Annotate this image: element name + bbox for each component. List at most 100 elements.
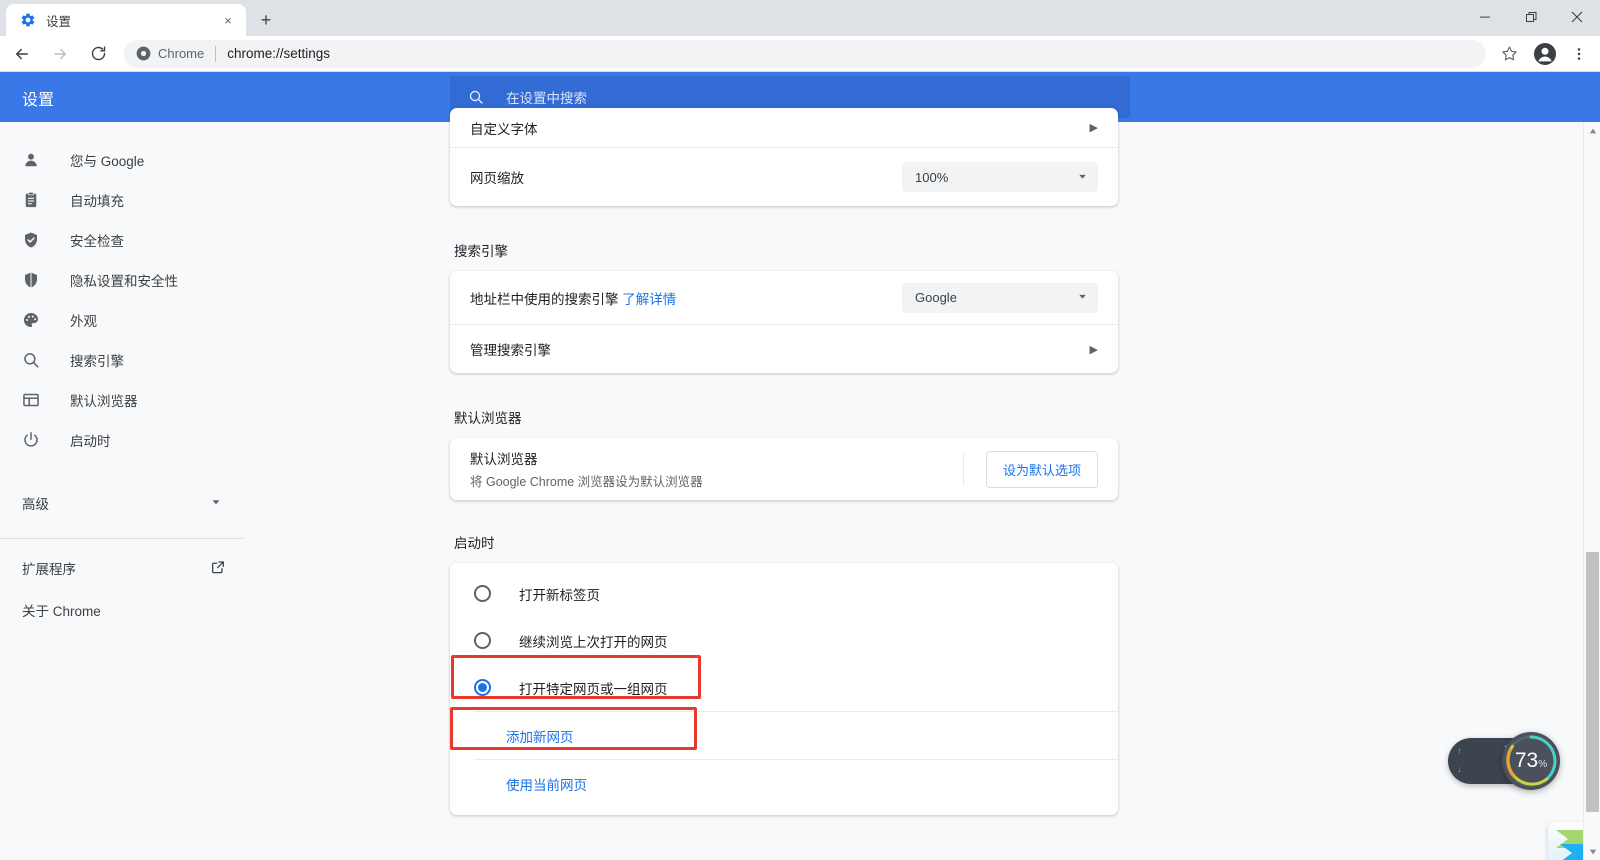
- sidebar-item-label: 外观: [70, 314, 97, 329]
- use-current-pages-link[interactable]: 使用当前网页: [506, 774, 587, 794]
- browser-menu-icon[interactable]: [1562, 37, 1596, 71]
- search-engine-select[interactable]: Google: [902, 282, 1098, 313]
- new-tab-button[interactable]: +: [252, 6, 280, 34]
- page-scrollbar[interactable]: [1583, 122, 1600, 860]
- default-browser-labels: 默认浏览器 将 Google Chrome 浏览器设为默认浏览器: [470, 448, 963, 490]
- sidebar-item-advanced[interactable]: 高级: [0, 482, 250, 524]
- scrollbar-thumb[interactable]: [1586, 552, 1599, 812]
- sidebar-item-label: 扩展程序: [22, 562, 76, 577]
- sidebar-item-about-chrome[interactable]: 关于 Chrome: [0, 589, 250, 631]
- cpu-usage-dial[interactable]: 73 %: [1502, 732, 1560, 790]
- forward-icon[interactable]: [44, 38, 76, 70]
- page-zoom-label: 网页缩放: [470, 171, 524, 186]
- chrome-badge: Chrome: [136, 46, 204, 61]
- sidebar-item-label: 关于 Chrome: [22, 604, 101, 619]
- search-engine-section-title: 搜索引擎: [454, 244, 508, 259]
- gear-icon: [20, 12, 36, 28]
- close-window-icon[interactable]: [1554, 0, 1600, 34]
- bookmark-star-icon[interactable]: [1494, 39, 1524, 69]
- sidebar-item-safety-check[interactable]: 安全检查: [0, 220, 250, 260]
- browser-toolbar: Chrome chrome://settings: [0, 36, 1600, 72]
- cpu-ring-icon: [1505, 735, 1557, 787]
- default-browser-section: 默认浏览器 默认浏览器 将 Google Chrome 浏览器设为默认浏览器 设…: [450, 407, 1118, 500]
- download-arrow-icon: ↓: [1457, 764, 1462, 774]
- learn-more-link[interactable]: 了解详情: [622, 292, 676, 307]
- add-new-page-link[interactable]: 添加新网页: [506, 726, 574, 746]
- palette-icon: [22, 311, 44, 329]
- window-controls: [1462, 0, 1600, 34]
- back-icon[interactable]: [6, 38, 38, 70]
- startup-option-new-tab[interactable]: 打开新标签页: [450, 570, 1118, 617]
- chevron-right-icon: ▶: [1089, 122, 1098, 134]
- manage-search-engines-label: 管理搜索引擎: [470, 343, 551, 358]
- startup-option-specific-pages[interactable]: 打开特定网页或一组网页: [450, 664, 1118, 711]
- set-default-button[interactable]: 设为默认选项: [985, 450, 1098, 488]
- page-title: 设置: [22, 92, 55, 109]
- browser-window: 设置 × + Chrome chrome://settings 设置 在设置中搜…: [0, 0, 1600, 860]
- scroll-down-icon[interactable]: [1584, 843, 1600, 860]
- page-zoom-select[interactable]: 100%: [902, 162, 1098, 192]
- sidebar-item-you-and-google[interactable]: 您与 Google: [0, 140, 250, 180]
- sidebar-item-label: 您与 Google: [70, 154, 145, 169]
- sidebar-item-extensions[interactable]: 扩展程序: [0, 547, 250, 589]
- startup-section: 启动时 打开新标签页 继续浏览上次打开的网页 打开特定网页或一组网页 添加新网页…: [450, 532, 1118, 815]
- address-bar[interactable]: Chrome chrome://settings: [124, 39, 1486, 68]
- reload-icon[interactable]: [82, 38, 114, 70]
- startup-option-label: 继续浏览上次打开的网页: [519, 634, 668, 650]
- sidebar-item-label: 隐私设置和安全性: [70, 274, 178, 289]
- profile-avatar[interactable]: [1528, 37, 1562, 71]
- search-engine-section: 搜索引擎 地址栏中使用的搜索引擎 了解详情 Google 管理搜索引擎 ▶: [450, 240, 1118, 373]
- settings-sidebar: 您与 Google 自动填充 安全检查 隐私设置和安全性 外观 搜索引擎 默认浏…: [0, 122, 250, 860]
- search-engine-value: Google: [915, 290, 957, 305]
- toolbar-right: [1494, 37, 1600, 71]
- shield-check-icon: [22, 231, 44, 249]
- shield-icon: [22, 271, 44, 289]
- sidebar-item-label: 启动时: [70, 434, 111, 449]
- appearance-card: 自定义字体 ▶ 网页缩放 100%: [450, 108, 1118, 206]
- add-new-page-row[interactable]: 添加新网页: [450, 712, 1118, 759]
- sidebar-item-search-engine[interactable]: 搜索引擎: [0, 340, 250, 380]
- startup-option-label: 打开新标签页: [519, 587, 600, 603]
- tab-settings[interactable]: 设置 ×: [6, 4, 246, 36]
- settings-main: 自定义字体 ▶ 网页缩放 100% 搜索引擎 地址栏中使用的搜索引擎 了解详情 …: [250, 108, 1580, 860]
- custom-fonts-label: 自定义字体: [470, 121, 538, 137]
- sidebar-item-on-startup[interactable]: 启动时: [0, 420, 250, 460]
- person-icon: [22, 151, 44, 169]
- browser-window-icon: [22, 391, 44, 409]
- scroll-up-icon[interactable]: [1584, 122, 1600, 139]
- sidebar-item-autofill[interactable]: 自动填充: [0, 180, 250, 220]
- startup-section-title: 启动时: [454, 536, 495, 551]
- search-icon: [468, 89, 484, 105]
- chevron-down-icon: [210, 496, 222, 511]
- sidebar-item-label: 搜索引擎: [70, 354, 124, 369]
- sidebar-advanced-label: 高级: [22, 497, 49, 512]
- external-link-icon: [210, 559, 226, 578]
- omnibox-divider: [215, 45, 217, 62]
- page-zoom-row: 网页缩放 100%: [450, 148, 1118, 206]
- sidebar-item-label: 安全检查: [70, 234, 124, 249]
- use-current-pages-row[interactable]: 使用当前网页: [450, 760, 1118, 807]
- address-bar-engine-label: 地址栏中使用的搜索引擎 了解详情: [470, 288, 902, 308]
- radio-icon-selected: [474, 679, 491, 696]
- sidebar-item-privacy-security[interactable]: 隐私设置和安全性: [0, 260, 250, 300]
- search-engine-card: 地址栏中使用的搜索引擎 了解详情 Google 管理搜索引擎 ▶: [450, 271, 1118, 373]
- chevron-right-icon: ▶: [1089, 343, 1098, 356]
- custom-fonts-row[interactable]: 自定义字体 ▶: [450, 108, 1118, 148]
- manage-search-engines-row[interactable]: 管理搜索引擎 ▶: [450, 325, 1118, 373]
- row-divider: [962, 452, 964, 486]
- maximize-icon[interactable]: [1508, 0, 1554, 34]
- address-bar-engine-text: 地址栏中使用的搜索引擎: [470, 291, 619, 307]
- chevron-down-icon: [1077, 171, 1088, 184]
- tab-strip: 设置 × +: [0, 0, 1600, 36]
- search-icon: [22, 351, 44, 369]
- sidebar-item-appearance[interactable]: 外观: [0, 300, 250, 340]
- startup-option-continue[interactable]: 继续浏览上次打开的网页: [450, 617, 1118, 664]
- minimize-icon[interactable]: [1462, 0, 1508, 34]
- sidebar-item-default-browser[interactable]: 默认浏览器: [0, 380, 250, 420]
- radio-icon: [474, 585, 491, 602]
- tab-title: 设置: [46, 14, 72, 29]
- settings-body: 您与 Google 自动填充 安全检查 隐私设置和安全性 外观 搜索引擎 默认浏…: [0, 108, 1600, 860]
- close-icon[interactable]: ×: [218, 10, 238, 30]
- default-browser-row: 默认浏览器 将 Google Chrome 浏览器设为默认浏览器 设为默认选项: [450, 438, 1118, 500]
- chrome-badge-label: Chrome: [158, 46, 205, 61]
